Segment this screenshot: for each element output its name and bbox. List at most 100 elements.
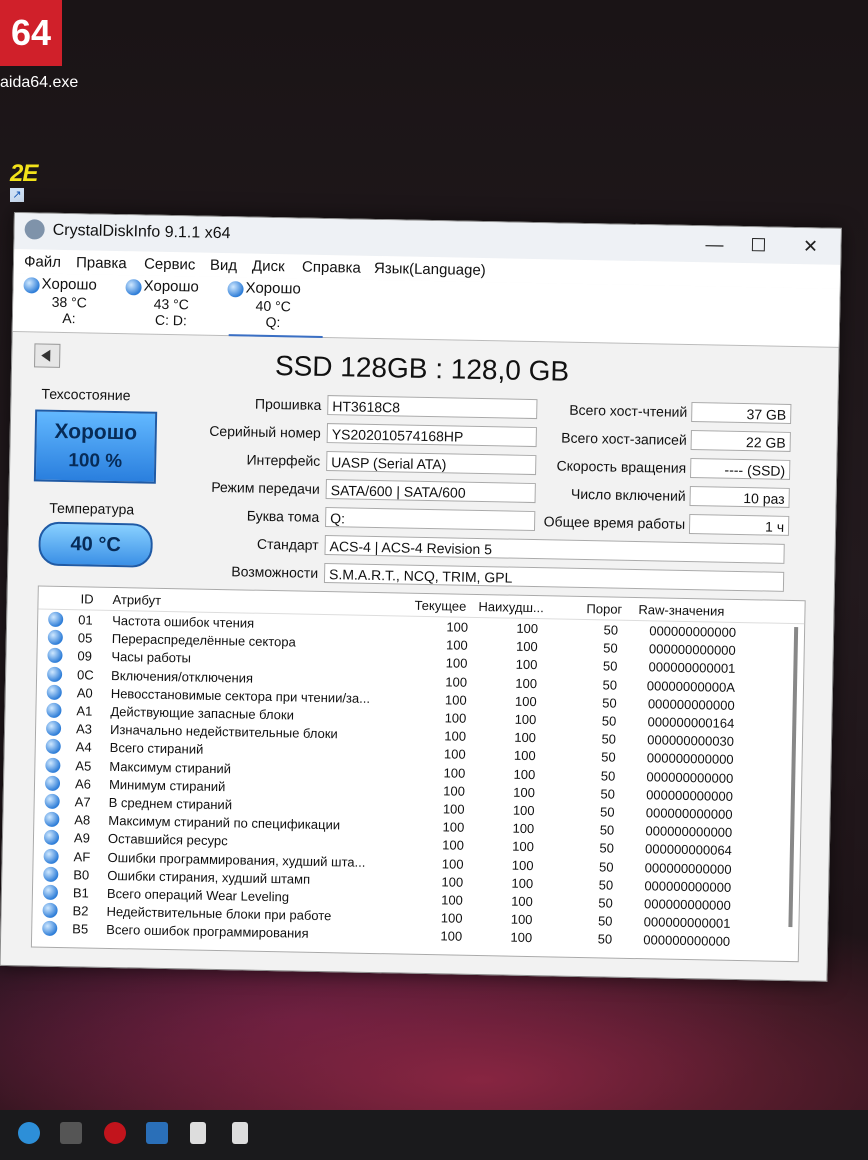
smart-id: 09 [77,648,93,664]
aida64-label[interactable]: aida64.exe [0,74,78,92]
smart-id: B0 [73,867,90,883]
col-attribute[interactable]: Атрибут [112,592,161,608]
left-arrow-icon [41,349,51,362]
col-current[interactable]: Текущее [414,598,466,614]
opera-icon[interactable] [104,1122,126,1144]
host-reads-label: Всего хост-чтений [569,401,688,420]
health-dot-icon [43,830,60,846]
health-label: Техсостояние [41,385,131,404]
smart-raw: 000000000000 [647,696,735,713]
2e-icon[interactable]: 2E [10,160,68,187]
smart-id: AF [73,848,91,865]
col-id[interactable]: ID [80,591,93,606]
transfer-mode-label: Режим передачи [211,478,320,497]
volume-letter-label: Буква тома [246,507,320,525]
col-threshold[interactable]: Порог [586,601,622,617]
disk-tab-q[interactable]: Хорошо 40 °C Q: [223,279,324,335]
firmware-value: HT3618C8 [327,395,538,420]
smart-current: 100 [443,746,466,763]
menu-language[interactable]: Язык(Language) [374,260,486,279]
menu-help[interactable]: Справка [302,259,361,277]
smart-worst: 100 [515,638,538,655]
health-dot-icon [46,684,62,700]
smart-raw: 000000000000 [648,641,736,659]
smart-threshold: 50 [598,895,613,911]
smart-worst: 100 [515,675,538,691]
menu-service[interactable]: Сервис [144,256,196,274]
smart-threshold: 50 [602,676,618,693]
smart-raw: 000000000000 [643,932,731,950]
disk-temp: 43 °C [153,295,189,313]
smart-raw: 000000000001 [643,914,731,932]
previous-disk-button[interactable] [34,343,61,368]
smart-threshold: 50 [601,749,616,766]
health-dot-icon [23,277,40,294]
task-manager-icon[interactable] [146,1122,168,1144]
firmware-label: Прошивка [254,395,322,413]
edge-icon[interactable] [18,1122,40,1144]
smart-id: A1 [76,703,93,719]
smart-raw: 000000000164 [647,714,735,731]
smart-worst: 100 [513,748,536,764]
smart-raw: 000000000000 [646,768,734,786]
smart-current: 100 [445,655,468,672]
file-icon[interactable] [190,1122,206,1144]
health-status: Хорошо [54,419,138,445]
smart-id: A0 [76,685,93,701]
menu-edit[interactable]: Правка [76,254,127,272]
smart-worst: 100 [511,875,534,891]
close-button[interactable]: ✕ [790,232,831,261]
smart-current: 100 [444,728,467,744]
smart-threshold: 50 [598,858,614,875]
smart-table[interactable]: ID Атрибут Текущее Наихудш... Порог Raw-… [30,585,806,963]
host-reads-value: 37 GB [691,402,792,424]
smart-id: A3 [75,721,93,737]
disk-temp: 38 °C [51,293,88,311]
smart-id: B1 [72,885,89,901]
smart-threshold: 50 [601,731,617,747]
disk-title: SSD 128GB : 128,0 GB [274,350,570,387]
smart-current: 100 [443,783,466,799]
smart-worst: 100 [512,820,535,837]
shortcut-arrow-icon: ↗ [10,188,24,202]
smart-raw: 000000000000 [644,859,732,877]
rotation-rate-label: Скорость вращения [556,457,687,476]
smart-current: 100 [445,673,468,690]
smart-raw: 00000000000A [646,677,736,695]
maximize-button[interactable]: ☐ [738,231,779,260]
health-dot-icon [47,629,63,646]
disk-letter: Q: [265,313,281,331]
menu-file[interactable]: Файл [24,253,61,271]
smart-id: A5 [75,757,92,774]
menu-view[interactable]: Вид [210,257,237,275]
smart-worst: 100 [514,693,537,709]
smart-attribute: Всего ошибок программирования [106,922,309,942]
disk-letter: C: D: [154,311,188,329]
health-dot-icon [48,611,64,628]
minimize-button[interactable]: — [694,230,735,259]
smart-threshold: 50 [599,822,615,838]
col-worst[interactable]: Наихудш... [478,599,544,615]
volume-letter-value: Q: [325,507,536,532]
smart-worst: 100 [512,802,535,819]
file-icon-2[interactable] [232,1122,248,1144]
aida64-icon[interactable]: 64 [0,0,62,66]
smart-id: 01 [78,612,93,628]
health-status-box[interactable]: Хорошо 100 % [33,409,158,484]
smart-threshold: 50 [603,622,619,638]
col-raw[interactable]: Raw-значения [638,602,724,619]
smart-id: B2 [72,903,89,919]
smart-worst: 100 [515,657,538,673]
health-dot-icon [43,848,59,864]
power-on-hours-label: Общее время работы [543,513,686,532]
power-on-count-label: Число включений [570,485,686,504]
health-dot-icon [46,666,63,682]
disk-tab-a[interactable]: Хорошо 38 °C A: [19,275,120,331]
taskbar [0,1110,868,1160]
store-icon[interactable] [60,1122,82,1144]
menu-disk[interactable]: Диск [252,258,285,276]
smart-current: 100 [440,910,463,926]
smart-id: B5 [72,921,89,937]
disk-tab-cd[interactable]: Хорошо 43 °C C: D: [121,277,222,333]
smart-threshold: 50 [600,767,616,784]
